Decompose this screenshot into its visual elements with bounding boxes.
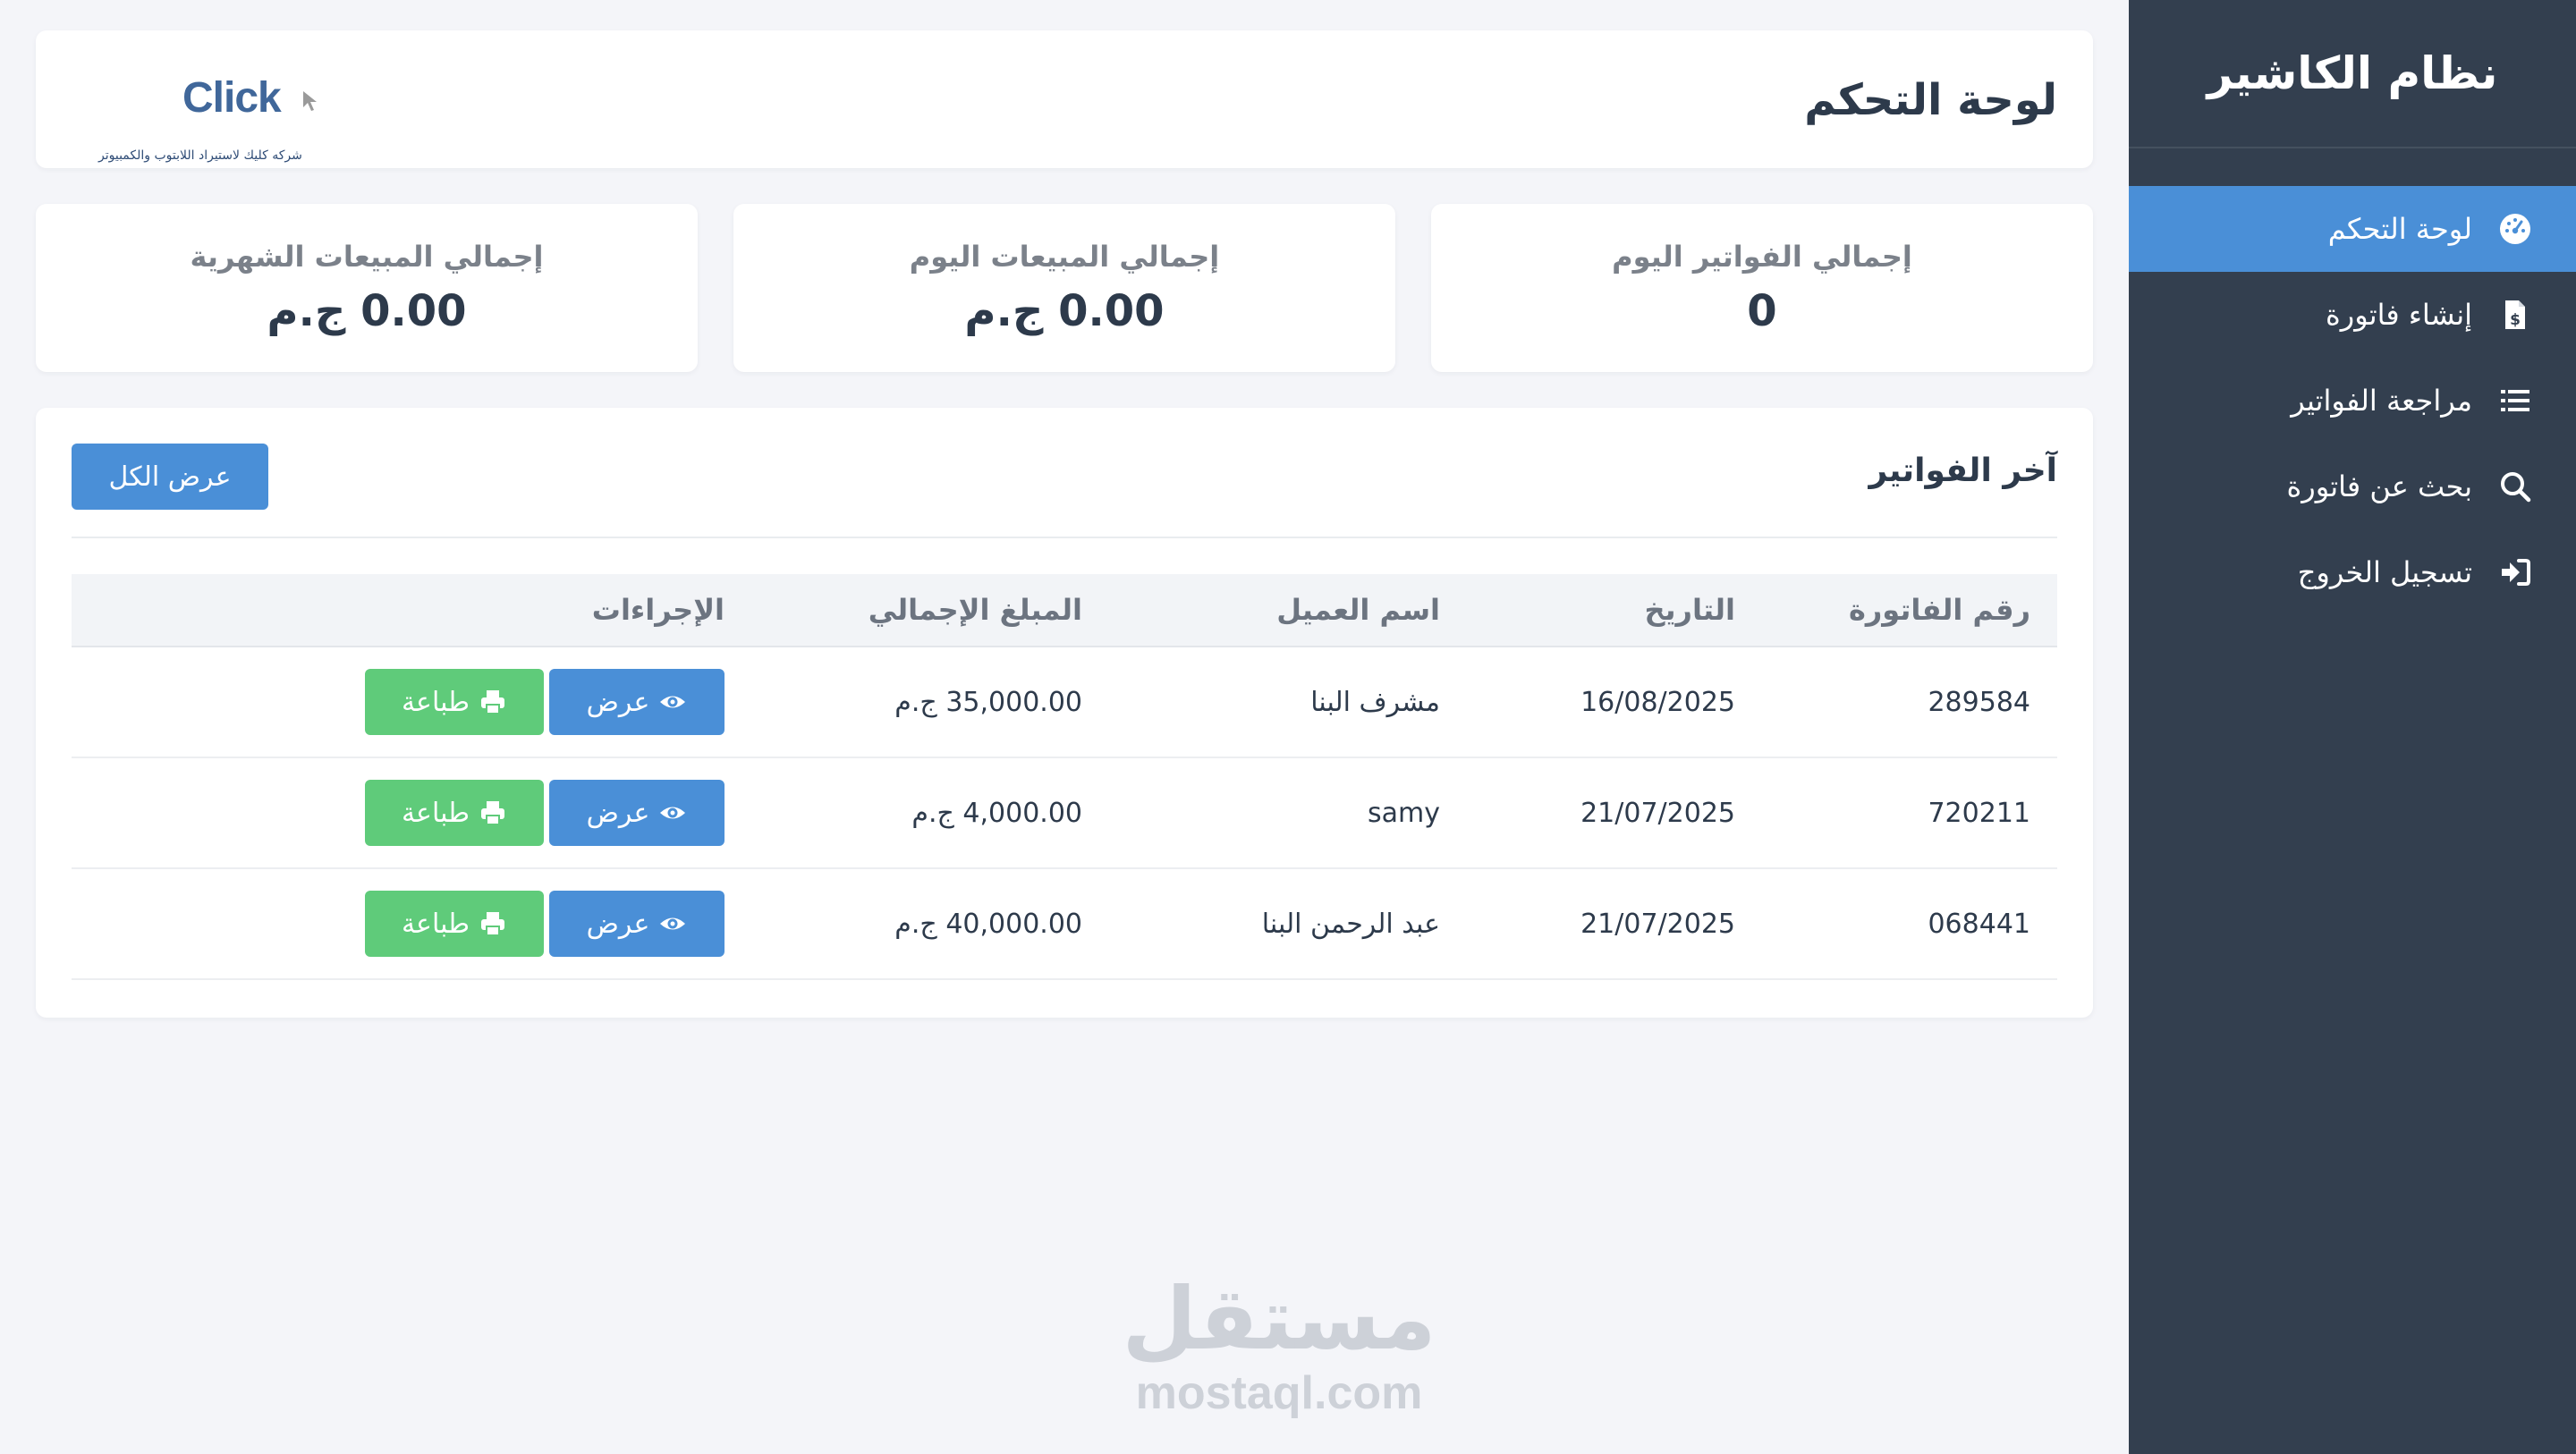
print-invoice-button[interactable]: طباعة: [365, 891, 544, 957]
cell-date: 21/07/2025: [1580, 797, 1735, 829]
print-label: طباعة: [401, 797, 470, 829]
logo-subtitle: شركه كليك لاستيراد اللابتوب والكمبيوتر: [98, 148, 302, 163]
column-header-date: التاريخ: [1644, 593, 1735, 627]
sidebar-app-title: نظام الكاشير: [2129, 0, 2576, 148]
sidebar: نظام الكاشير لوحة التحكم $ إنشاء فاتورة …: [2129, 0, 2576, 1454]
view-all-button[interactable]: عرض الكل: [72, 444, 268, 510]
view-invoice-button[interactable]: عرض: [549, 669, 724, 735]
watermark: مستقل mostaql.com: [1109, 1270, 1449, 1431]
stat-card-today-sales: إجمالي المبيعات اليوم 0.00 ج.م: [733, 204, 1395, 372]
column-header-actions: الإجراءات: [591, 593, 724, 627]
sidebar-item-label: مراجعة الفواتير: [2291, 384, 2472, 418]
stat-label: إجمالي المبيعات الشهرية: [190, 240, 544, 274]
cell-client: عبد الرحمن البنا: [1261, 908, 1440, 940]
eye-icon: [660, 807, 686, 819]
cell-invoice-number: 289584: [1928, 686, 2030, 718]
stat-value: 0.00 ج.م: [267, 286, 467, 336]
stat-label: إجمالي الفواتير اليوم: [1612, 240, 1912, 274]
list-icon: [2496, 381, 2535, 420]
column-header-invoice-number: رقم الفاتورة: [1848, 593, 2030, 627]
cell-actions: عرض طباعة: [72, 780, 751, 846]
print-invoice-button[interactable]: طباعة: [365, 669, 544, 735]
stat-value: 0.00 ج.م: [964, 286, 1165, 336]
stat-card-monthly-sales: إجمالي المبيعات الشهرية 0.00 ج.م: [36, 204, 698, 372]
cell-client: مشرف البنا: [1310, 686, 1440, 718]
cell-actions: عرض طباعة: [72, 891, 751, 957]
print-invoice-button[interactable]: طباعة: [365, 780, 544, 846]
logout-icon: [2496, 553, 2535, 592]
svg-text:$: $: [2510, 311, 2521, 329]
sidebar-item-create-invoice[interactable]: $ إنشاء فاتورة: [2129, 272, 2576, 358]
cell-invoice-number: 068441: [1928, 908, 2030, 940]
watermark-arabic: مستقل: [1122, 1269, 1436, 1369]
page-title: لوحة التحكم: [1804, 75, 2057, 125]
view-invoice-button[interactable]: عرض: [549, 780, 724, 846]
page-header: لوحة التحكم Click شركه كليك لاستيراد الل…: [36, 30, 2093, 168]
invoice-dollar-icon: $: [2496, 295, 2535, 334]
sidebar-item-label: لوحة التحكم: [2327, 212, 2472, 246]
table-row: 720211 21/07/2025 samy 4,000.00 ج.م عرض …: [72, 758, 2057, 869]
column-header-amount: المبلغ الإجمالي: [868, 593, 1082, 627]
table-row: 068441 21/07/2025 عبد الرحمن البنا 40,00…: [72, 869, 2057, 980]
print-label: طباعة: [401, 686, 470, 718]
table-row: 289584 16/08/2025 مشرف البنا 35,000.00 ج…: [72, 647, 2057, 758]
cell-invoice-number: 720211: [1928, 797, 2030, 829]
divider: [72, 537, 2057, 538]
recent-invoices-card: آخر الفواتير عرض الكل رقم الفاتورة التار…: [36, 408, 2093, 1018]
cell-actions: عرض طباعة: [72, 669, 751, 735]
sidebar-item-review-invoices[interactable]: مراجعة الفواتير: [2129, 358, 2576, 444]
cell-date: 16/08/2025: [1580, 686, 1735, 718]
print-label: طباعة: [401, 908, 470, 940]
main-content: لوحة التحكم Click شركه كليك لاستيراد الل…: [0, 0, 2129, 1454]
view-label: عرض: [586, 686, 650, 718]
cell-date: 21/07/2025: [1580, 908, 1735, 940]
watermark-latin: mostaql.com: [1135, 1367, 1423, 1419]
sidebar-item-label: تسجيل الخروج: [2297, 555, 2472, 589]
cell-client: samy: [1368, 797, 1440, 829]
section-title: آخر الفواتير: [1868, 452, 2058, 489]
cell-amount: 35,000.00 ج.م: [894, 686, 1082, 718]
cursor-icon: [303, 91, 317, 111]
sidebar-item-logout[interactable]: تسجيل الخروج: [2129, 529, 2576, 615]
printer-icon: [481, 801, 505, 825]
column-header-client: اسم العميل: [1276, 593, 1440, 627]
view-label: عرض: [586, 908, 650, 940]
stat-card-today-invoices: إجمالي الفواتير اليوم 0: [1431, 204, 2093, 372]
eye-icon: [660, 917, 686, 930]
sidebar-item-search-invoice[interactable]: بحث عن فاتورة: [2129, 444, 2576, 529]
invoices-table: رقم الفاتورة التاريخ اسم العميل المبلغ ا…: [72, 574, 2057, 980]
printer-icon: [481, 690, 505, 714]
dashboard-gauge-icon: [2496, 209, 2535, 249]
cell-amount: 4,000.00 ج.م: [911, 797, 1082, 829]
printer-icon: [481, 912, 505, 936]
sidebar-item-label: بحث عن فاتورة: [2286, 469, 2472, 503]
table-header: رقم الفاتورة التاريخ اسم العميل المبلغ ا…: [72, 574, 2057, 647]
search-icon: [2496, 467, 2535, 506]
stat-label: إجمالي المبيعات اليوم: [909, 240, 1220, 274]
stat-value: 0: [1747, 286, 1777, 336]
sidebar-item-dashboard[interactable]: لوحة التحكم: [2129, 186, 2576, 272]
cell-amount: 40,000.00 ج.م: [894, 908, 1082, 940]
eye-icon: [660, 696, 686, 708]
view-label: عرض: [586, 797, 650, 829]
sidebar-nav: لوحة التحكم $ إنشاء فاتورة مراجعة الفوات…: [2129, 186, 2576, 615]
logo-wordmark: Click: [182, 74, 282, 122]
sidebar-item-label: إنشاء فاتورة: [2325, 298, 2472, 332]
company-logo: Click شركه كليك لاستيراد اللابتوب والكمب…: [98, 66, 340, 163]
view-invoice-button[interactable]: عرض: [549, 891, 724, 957]
